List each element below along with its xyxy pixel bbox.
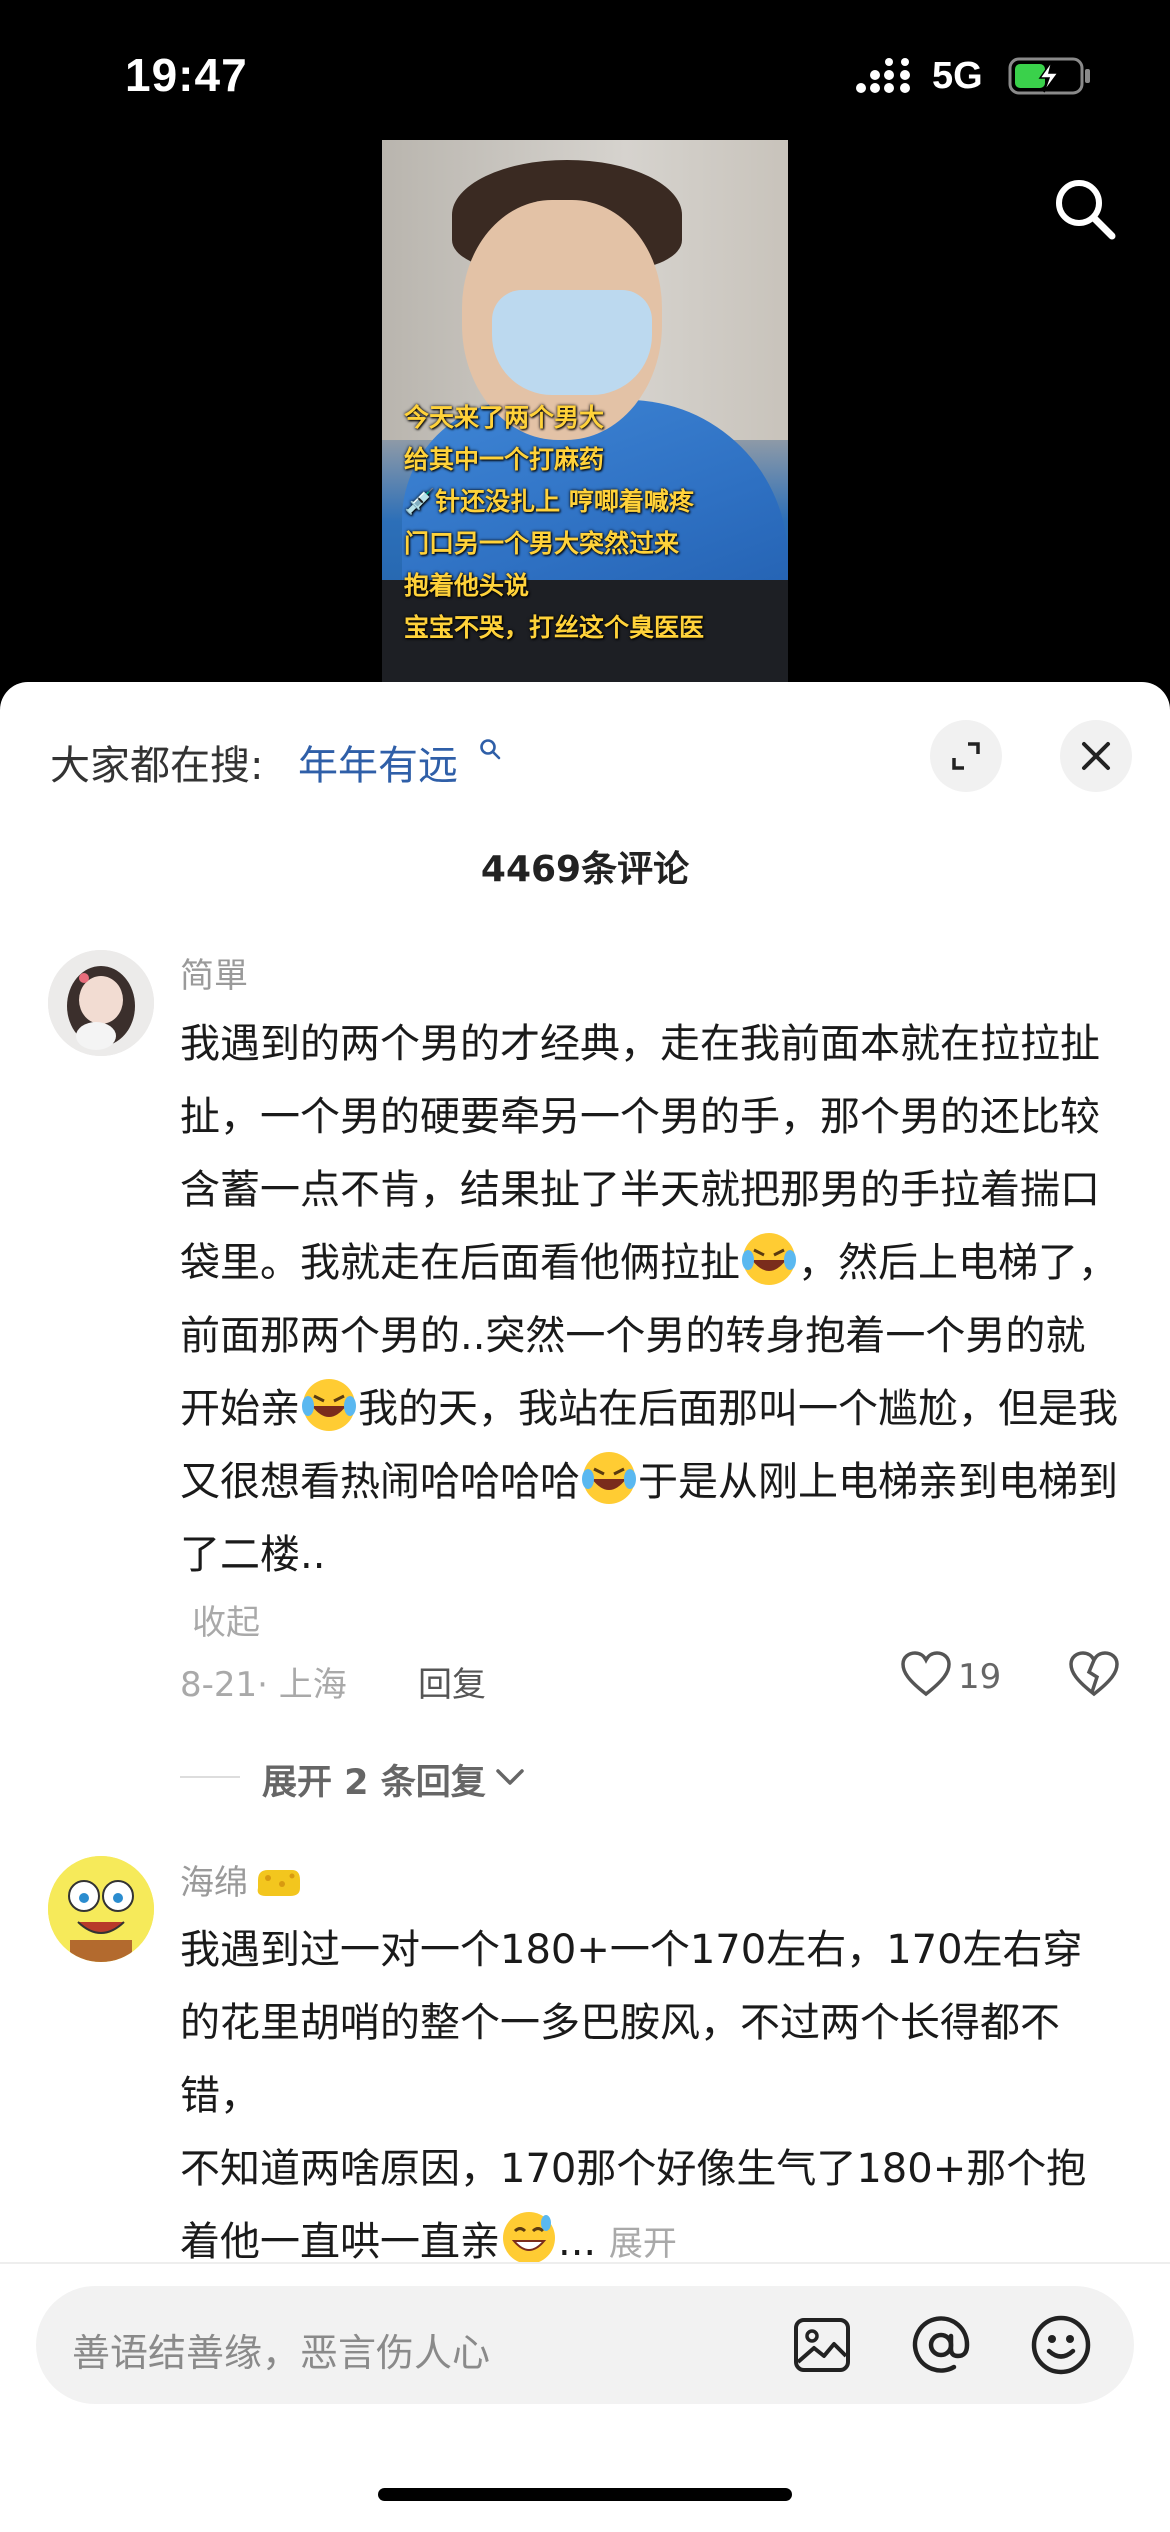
video-caption-line: 今天来了两个男大: [404, 403, 605, 432]
video-person-mask: [492, 290, 652, 395]
comment-count: 4469条评论: [480, 849, 690, 890]
grin-sweat-emoji-icon: [503, 2212, 555, 2264]
video-caption-line: 抱着他头说: [404, 571, 530, 600]
comment-input-placeholder[interactable]: 善语结善缘，恶言伤人心: [72, 2322, 490, 2377]
home-indicator: [378, 2488, 792, 2501]
video-caption-line: 门口另一个男大突然过来: [404, 529, 680, 558]
video-preview[interactable]: 今天来了两个男大 给其中一个打麻药 💉针还没扎上 哼唧着喊疼 门口另一个男大突然…: [382, 140, 788, 685]
divider: [180, 1776, 240, 1778]
battery-charging-icon: [1008, 57, 1090, 95]
comment-username-text: 海绵: [180, 1863, 248, 1903]
collapse-button[interactable]: 收起: [192, 1595, 260, 1644]
network-type: 5G: [932, 55, 983, 97]
divider: [0, 2262, 1170, 2264]
like-count: 19: [958, 1657, 1002, 1697]
comment-meta: 8-21· 上海: [180, 1665, 347, 1705]
chevron-down-icon[interactable]: [492, 1762, 528, 1792]
avatar[interactable]: [48, 1856, 154, 1962]
cellular-signal-icon: [856, 58, 910, 93]
ellipsis: ...: [558, 2219, 597, 2265]
fullscreen-button[interactable]: [930, 720, 1002, 792]
expand-replies-button[interactable]: 展开 2 条回复: [262, 1754, 486, 1805]
search-icon[interactable]: [478, 737, 502, 761]
close-button[interactable]: [1060, 720, 1132, 792]
hot-search-label: 大家都在搜:: [50, 743, 264, 789]
comment-text: 我遇到的两个男的才经典，走在我前面本就在拉拉扯扯，一个男的硬要牵另一个男的手，那…: [180, 1008, 1120, 1592]
video-caption-line: 给其中一个打麻药: [404, 445, 605, 474]
comment-username[interactable]: 简單: [180, 948, 248, 997]
sponge-emoji-icon: [257, 1870, 300, 1896]
laugh-cry-emoji-icon: [582, 1452, 636, 1504]
emoji-icon[interactable]: [1030, 2314, 1092, 2376]
video-caption-line: 宝宝不哭，打丝这个臭医医: [404, 613, 705, 642]
laugh-cry-emoji-icon: [742, 1233, 796, 1285]
expand-icon: [952, 742, 980, 770]
more-button[interactable]: 展开: [609, 2224, 677, 2264]
close-icon: [1082, 742, 1110, 770]
avatar-sponge-image: [48, 1856, 154, 1962]
hot-search-query[interactable]: 年年有远: [298, 733, 458, 791]
search-icon[interactable]: [1052, 176, 1118, 242]
comment-username[interactable]: 海绵: [180, 1855, 304, 1904]
avatar[interactable]: [48, 950, 154, 1056]
avatar-girl-image: [48, 950, 154, 1056]
laugh-cry-emoji-icon: [302, 1379, 356, 1431]
reply-button[interactable]: 回复: [418, 1657, 486, 1706]
broken-heart-icon[interactable]: [1068, 1650, 1120, 1698]
comment-text: 我遇到过一对一个180+一个170左右，170左右穿的花里胡哨的整个一多巴胺风，…: [180, 1914, 1120, 2281]
video-caption-line: 💉针还没扎上 哼唧着喊疼: [404, 487, 694, 516]
heart-icon[interactable]: [900, 1650, 952, 1698]
comment-text-part: 我遇到过一对一个180+一个170左右，170左右穿的花里胡哨的整个一多巴胺风，…: [180, 1927, 1083, 2119]
mention-icon[interactable]: [910, 2314, 972, 2376]
status-time: 19:47: [125, 49, 248, 101]
image-icon[interactable]: [792, 2316, 852, 2374]
